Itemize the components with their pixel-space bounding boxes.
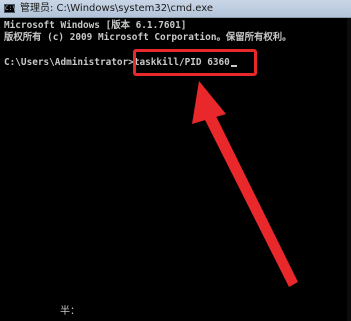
cmd-window: C:\ 管理员: C:\Windows\system32\cmd.exe Mic… <box>0 0 351 321</box>
arrow-shaft <box>203 110 298 287</box>
arrow-head <box>192 81 226 124</box>
annotation-arrow-icon <box>192 81 298 287</box>
scrollbar[interactable] <box>347 18 351 321</box>
